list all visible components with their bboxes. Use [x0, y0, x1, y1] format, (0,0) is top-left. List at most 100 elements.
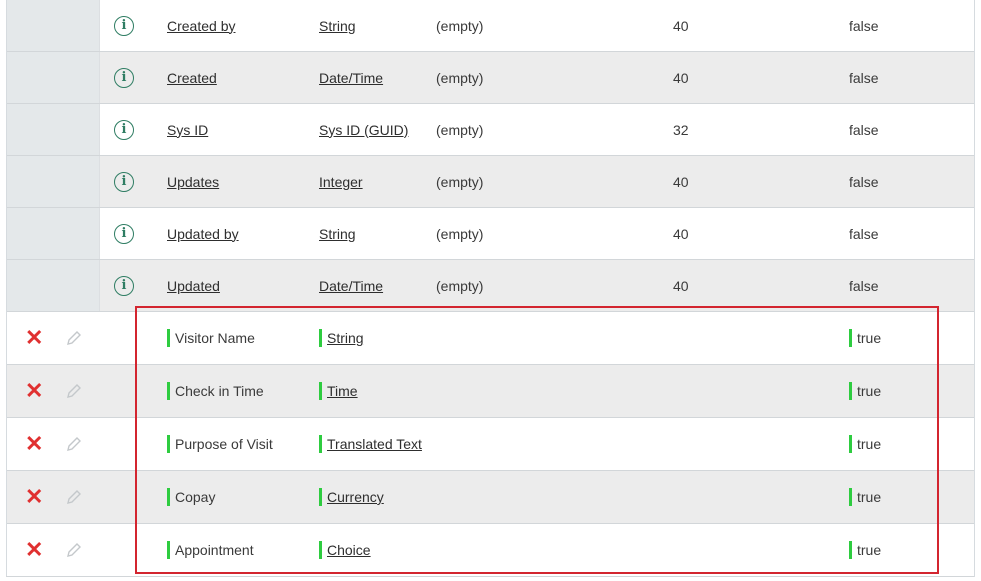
row-gutter	[7, 104, 100, 155]
active-value: false	[849, 17, 879, 34]
max-length-value: 40	[673, 173, 689, 190]
new-column-row: ✕ Copay Currency true	[7, 471, 974, 524]
column-label[interactable]: Purpose of Visit	[175, 436, 273, 452]
active-value[interactable]: true	[857, 330, 881, 346]
column-type-link[interactable]: Date/Time	[319, 70, 383, 86]
active-value: false	[849, 173, 879, 190]
info-circle-icon[interactable]: i	[114, 67, 134, 88]
changed-marker: Time	[319, 382, 358, 400]
column-type-link[interactable]: Translated Text	[327, 436, 422, 452]
table-row: i Sys ID Sys ID (GUID) (empty) 32 false	[7, 104, 974, 156]
changed-marker: true	[849, 382, 881, 400]
info-circle-icon[interactable]: i	[114, 171, 134, 192]
column-label-link[interactable]: Updated by	[167, 226, 239, 242]
column-label-link[interactable]: Created by	[167, 18, 235, 34]
delete-x-icon[interactable]: ✕	[25, 380, 43, 402]
column-type-link[interactable]: Integer	[319, 174, 363, 190]
column-label-link[interactable]: Created	[167, 70, 217, 86]
column-type-link[interactable]: Currency	[327, 489, 384, 505]
row-gutter	[7, 52, 100, 103]
reference-value: (empty)	[436, 173, 484, 190]
changed-marker: true	[849, 488, 881, 506]
column-label-link[interactable]: Updates	[167, 174, 219, 190]
pencil-icon[interactable]	[65, 541, 83, 559]
changed-marker: Appointment	[167, 541, 254, 559]
active-value[interactable]: true	[857, 383, 881, 399]
active-value: false	[849, 225, 879, 242]
column-type-link[interactable]: Sys ID (GUID)	[319, 122, 408, 138]
changed-marker: true	[849, 329, 881, 347]
max-length-value: 40	[673, 69, 689, 86]
reference-value: (empty)	[436, 121, 484, 138]
row-gutter	[7, 260, 100, 311]
row-gutter: ✕	[7, 418, 100, 470]
info-circle-icon[interactable]: i	[114, 223, 134, 244]
pencil-icon[interactable]	[65, 488, 83, 506]
column-type-link[interactable]: Choice	[327, 542, 371, 558]
row-gutter	[7, 156, 100, 207]
row-gutter: ✕	[7, 312, 100, 364]
changed-marker: Visitor Name	[167, 329, 255, 347]
pencil-icon[interactable]	[65, 435, 83, 453]
delete-x-icon[interactable]: ✕	[25, 433, 43, 455]
pencil-icon[interactable]	[65, 329, 83, 347]
column-label[interactable]: Copay	[175, 489, 215, 505]
reference-value: (empty)	[436, 69, 484, 86]
column-label[interactable]: Visitor Name	[175, 330, 255, 346]
column-label-link[interactable]: Sys ID	[167, 122, 208, 138]
info-circle-icon[interactable]: i	[114, 119, 134, 140]
changed-marker: Purpose of Visit	[167, 435, 273, 453]
table-row: i Created by String (empty) 40 false	[7, 0, 974, 52]
info-circle-icon[interactable]: i	[114, 275, 134, 296]
max-length-value: 32	[673, 121, 689, 138]
reference-value: (empty)	[436, 225, 484, 242]
columns-table: i Created by String (empty) 40 false i C…	[6, 0, 975, 577]
row-gutter	[7, 0, 100, 51]
column-type-link[interactable]: String	[319, 18, 356, 34]
column-label-link[interactable]: Updated	[167, 278, 220, 294]
new-column-row: ✕ Check in Time Time true	[7, 365, 974, 418]
changed-marker: Currency	[319, 488, 384, 506]
column-type-link[interactable]: Time	[327, 383, 358, 399]
row-gutter: ✕	[7, 365, 100, 417]
max-length-value: 40	[673, 17, 689, 34]
column-type-link[interactable]: Date/Time	[319, 278, 383, 294]
active-value: false	[849, 69, 879, 86]
delete-x-icon[interactable]: ✕	[25, 327, 43, 349]
column-type-link[interactable]: String	[327, 330, 364, 346]
column-type-link[interactable]: String	[319, 226, 356, 242]
column-label[interactable]: Check in Time	[175, 383, 264, 399]
divider	[6, 576, 973, 577]
active-value[interactable]: true	[857, 436, 881, 452]
changed-marker: Copay	[167, 488, 215, 506]
active-value: false	[849, 121, 879, 138]
active-value: false	[849, 277, 879, 294]
delete-x-icon[interactable]: ✕	[25, 486, 43, 508]
table-row: i Updated Date/Time (empty) 40 false	[7, 260, 974, 312]
changed-marker: String	[319, 329, 364, 347]
active-value[interactable]: true	[857, 489, 881, 505]
new-column-row: ✕ Purpose of Visit Translated Text true	[7, 418, 974, 471]
info-circle-icon[interactable]: i	[114, 15, 134, 36]
row-gutter: ✕	[7, 524, 100, 576]
row-gutter	[7, 208, 100, 259]
new-column-row: ✕ Appointment Choice true	[7, 524, 974, 577]
changed-marker: true	[849, 435, 881, 453]
changed-marker: true	[849, 541, 881, 559]
active-value[interactable]: true	[857, 542, 881, 558]
table-row: i Created Date/Time (empty) 40 false	[7, 52, 974, 104]
new-column-row: ✕ Visitor Name String true	[7, 312, 974, 365]
table-row: i Updated by String (empty) 40 false	[7, 208, 974, 260]
table-row: i Updates Integer (empty) 40 false	[7, 156, 974, 208]
reference-value: (empty)	[436, 17, 484, 34]
delete-x-icon[interactable]: ✕	[25, 539, 43, 561]
row-gutter: ✕	[7, 471, 100, 523]
pencil-icon[interactable]	[65, 382, 83, 400]
column-label[interactable]: Appointment	[175, 542, 254, 558]
reference-value: (empty)	[436, 277, 484, 294]
max-length-value: 40	[673, 225, 689, 242]
changed-marker: Check in Time	[167, 382, 264, 400]
max-length-value: 40	[673, 277, 689, 294]
changed-marker: Choice	[319, 541, 371, 559]
changed-marker: Translated Text	[319, 435, 422, 453]
